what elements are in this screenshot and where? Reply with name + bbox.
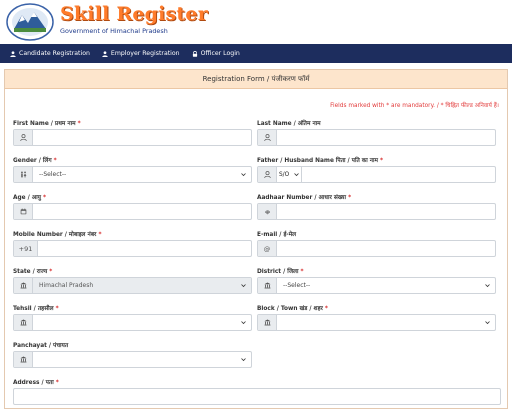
nav-label: Officer Login — [200, 50, 240, 57]
required-mark: * — [348, 195, 352, 201]
required-mark: * — [300, 269, 304, 275]
nav-candidate-registration[interactable]: Candidate Registration — [10, 50, 90, 57]
state-label: State / राज्य — [13, 269, 48, 275]
institution-icon — [258, 278, 277, 293]
gender-selected-value: --Select-- — [39, 171, 67, 178]
user-icon — [258, 167, 277, 182]
required-mark: * — [55, 306, 59, 312]
required-mark: * — [55, 380, 59, 386]
himachal-emblem-logo — [6, 3, 54, 41]
last-name-label: Last Name / अंतिम नाम — [257, 121, 321, 127]
age-input[interactable] — [33, 204, 251, 219]
fingerprint-icon — [258, 204, 277, 219]
required-mark: * — [98, 232, 102, 238]
tehsil-field: Tehsil / तहसील * — [13, 304, 252, 331]
district-label: District / जिला — [257, 269, 299, 275]
required-mark: * — [53, 158, 57, 164]
brand-title: Skill Register — [60, 3, 208, 25]
at-sign-icon: @ — [258, 241, 277, 256]
email-input[interactable] — [277, 241, 495, 256]
institution-icon — [258, 315, 277, 330]
mobile-input[interactable] — [38, 241, 251, 256]
age-label: Age / आयु — [13, 195, 42, 201]
panchayat-select[interactable] — [33, 352, 251, 367]
form-title: Registration Form / पंजीकरण फॉर्म — [5, 70, 507, 89]
address-label: Address / पता — [13, 380, 54, 386]
top-navbar: Candidate Registration Employer Registra… — [0, 44, 512, 63]
father-name-input[interactable] — [302, 167, 495, 182]
gender-field: Gender / लिंग * --Select-- — [13, 156, 252, 183]
mobile-field: Mobile Number / मोबाइल नंबर * +91 — [13, 230, 252, 257]
user-icon — [258, 130, 277, 145]
institution-icon — [14, 352, 33, 367]
user-icon — [14, 130, 33, 145]
district-selected-value: --Select-- — [283, 282, 311, 289]
state-selected-value: Himachal Pradesh — [39, 282, 94, 289]
state-field: State / राज्य * Himachal Pradesh — [13, 267, 252, 294]
brand-subtitle: Government of Himachal Pradesh — [60, 27, 168, 35]
institution-icon — [14, 278, 33, 293]
country-code-addon: +91 — [14, 241, 38, 256]
chevron-down-icon — [485, 321, 490, 325]
block-select[interactable] — [277, 315, 495, 330]
gender-label: Gender / लिंग — [13, 158, 52, 164]
last-name-input[interactable] — [277, 130, 495, 145]
panchayat-label: Panchayat / पंचायत — [13, 343, 69, 349]
institution-icon — [14, 315, 33, 330]
required-mark: * — [324, 306, 328, 312]
email-label: E-mail / ई-मेल — [257, 232, 297, 238]
chevron-down-icon — [294, 173, 299, 177]
address-input[interactable] — [14, 389, 500, 404]
gender-icon — [14, 167, 33, 182]
tehsil-select[interactable] — [33, 315, 251, 330]
state-select[interactable]: Himachal Pradesh — [33, 278, 251, 293]
block-label: Block / Town खंड / शहर — [257, 306, 323, 312]
registration-form: Registration Form / पंजीकरण फॉर्म Fields… — [4, 69, 508, 409]
chevron-down-icon — [241, 358, 246, 362]
required-mark: * — [77, 121, 81, 127]
first-name-input[interactable] — [33, 130, 251, 145]
nav-employer-registration[interactable]: Employer Registration — [102, 50, 180, 57]
required-mark: * — [379, 158, 384, 164]
nav-label: Employer Registration — [110, 50, 180, 57]
father-husband-name-field: Father / Husband Name पिता / पति का नाम … — [257, 156, 496, 183]
relation-selected-value: S/O — [279, 171, 290, 178]
nav-officer-login[interactable]: Officer Login — [192, 50, 240, 57]
first-name-label: First Name / प्रथम नाम — [13, 121, 76, 127]
block-town-field: Block / Town खंड / शहर * — [257, 304, 496, 331]
chevron-down-icon — [241, 284, 246, 288]
gender-select[interactable]: --Select-- — [33, 167, 251, 182]
email-field: E-mail / ई-मेल @ — [257, 230, 496, 257]
mobile-label: Mobile Number / मोबाइल नंबर — [13, 232, 97, 238]
required-mark: * — [49, 269, 53, 275]
required-mark: * — [43, 195, 47, 201]
first-name-field: First Name / प्रथम नाम * — [13, 119, 252, 146]
nav-label: Candidate Registration — [19, 50, 90, 57]
aadhaar-label: Aadhaar Number / आधार संख्या — [257, 195, 347, 201]
lock-icon — [192, 50, 197, 57]
chevron-down-icon — [485, 284, 490, 288]
calendar-icon — [14, 204, 33, 219]
relation-select[interactable]: S/O — [277, 167, 302, 182]
aadhaar-input[interactable] — [277, 204, 495, 219]
site-header: Skill Register Government of Himachal Pr… — [0, 0, 512, 44]
age-field: Age / आयु * — [13, 193, 252, 220]
district-field: District / जिला * --Select-- — [257, 267, 496, 294]
user-icon — [102, 50, 108, 57]
user-icon — [10, 50, 16, 57]
last-name-field: Last Name / अंतिम नाम — [257, 119, 496, 146]
tehsil-label: Tehsil / तहसील — [13, 306, 54, 312]
district-select[interactable]: --Select-- — [277, 278, 495, 293]
father-name-label: Father / Husband Name पिता / पति का नाम — [257, 158, 378, 164]
aadhaar-field: Aadhaar Number / आधार संख्या * — [257, 193, 496, 220]
chevron-down-icon — [241, 321, 246, 325]
mandatory-note: Fields marked with * are mandatory. / * … — [330, 103, 499, 109]
chevron-down-icon — [241, 173, 246, 177]
panchayat-field: Panchayat / पंचायत — [13, 341, 252, 368]
